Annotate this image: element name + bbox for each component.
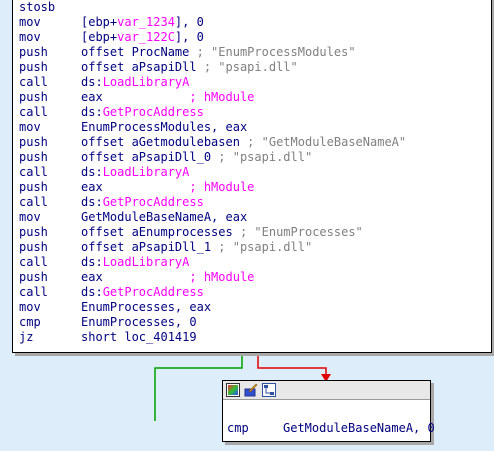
comment: ; "psapi.dll" xyxy=(196,60,298,74)
operand-text: eax xyxy=(81,180,103,194)
mnemonic: stosb xyxy=(19,0,56,14)
operand-tail: ], 0 xyxy=(174,30,204,44)
operand-text: short loc_401419 xyxy=(81,330,197,344)
import-name[interactable]: GetProcAddress xyxy=(103,195,204,209)
mnemonic: call xyxy=(19,195,48,209)
operand-tail: ], 0 xyxy=(174,15,204,29)
mnemonic: push xyxy=(19,150,48,164)
mnemonic: push xyxy=(19,180,48,194)
comment: ; "GetModuleBaseNameA" xyxy=(239,135,407,149)
operand-text: EnumProcessModules, eax xyxy=(81,120,248,134)
comment: ; hModule xyxy=(102,270,255,284)
mnemonic: mov xyxy=(19,210,41,224)
operand: [ebp+var_1234], 0 xyxy=(81,15,204,30)
mnemonic: cmp xyxy=(19,315,41,329)
comment: ; "EnumProcesses" xyxy=(232,225,363,239)
operand-text: EnumProcesses, 0 xyxy=(81,315,197,329)
comment: ; "EnumProcessModules" xyxy=(189,45,356,59)
operand-text: eax xyxy=(81,270,103,284)
mnemonic: cmp xyxy=(227,421,249,435)
mnemonic: call xyxy=(19,285,48,299)
graph-color-icon[interactable] xyxy=(226,383,240,397)
operand: offset aGetmodulebasen ; "GetModuleBaseN… xyxy=(81,135,406,150)
operand: short loc_401419 xyxy=(81,330,197,345)
operand: ds:GetProcAddress xyxy=(81,285,204,300)
mnemonic: push xyxy=(19,60,48,74)
mnemonic: push xyxy=(19,270,48,284)
import-name[interactable]: LoadLibraryA xyxy=(103,165,190,179)
operand-text: ds: xyxy=(81,195,103,209)
operand-text: ds: xyxy=(81,165,103,179)
mnemonic: mov xyxy=(19,15,41,29)
mnemonic: call xyxy=(19,255,48,269)
operand-text: GetModuleBaseNameA, eax xyxy=(81,210,248,224)
import-name[interactable]: LoadLibraryA xyxy=(103,75,190,89)
operand-text: offset aGetmodulebasen xyxy=(81,135,240,149)
operand: EnumProcessModules, eax xyxy=(81,120,247,135)
operand: offset aPsapiDll_1 ; "psapi.dll" xyxy=(81,240,312,255)
stack-variable[interactable]: var_122C xyxy=(117,30,175,44)
operand-text: ds: xyxy=(81,105,103,119)
operand: offset ProcName ; "EnumProcessModules" xyxy=(81,45,356,60)
operand: ds:LoadLibraryA xyxy=(81,255,189,270)
mnemonic: mov xyxy=(19,300,41,314)
operand: ds:LoadLibraryA xyxy=(81,75,189,90)
operand: GetModuleBaseNameA, 0 xyxy=(283,421,435,435)
import-name[interactable]: GetProcAddress xyxy=(103,285,204,299)
operand-text: ds: xyxy=(81,75,103,89)
operand: ds:LoadLibraryA xyxy=(81,165,189,180)
operand-text: eax xyxy=(81,90,103,104)
comment: ; "psapi.dll" xyxy=(211,240,313,254)
mnemonic: mov xyxy=(19,30,41,44)
operand: ds:GetProcAddress xyxy=(81,105,204,120)
operand-text: offset aPsapiDll_0 xyxy=(81,150,212,164)
import-name[interactable]: GetProcAddress xyxy=(103,105,204,119)
comment: ; hModule xyxy=(102,180,255,194)
operand: eax ; hModule xyxy=(81,90,254,105)
mnemonic: call xyxy=(19,75,48,89)
mnemonic: jz xyxy=(19,330,34,344)
operand: offset aPsapiDll_0 ; "psapi.dll" xyxy=(81,150,312,165)
operand: EnumProcesses, eax xyxy=(81,300,211,315)
mnemonic: push xyxy=(19,90,48,104)
operand-text: [ebp+ xyxy=(81,30,118,44)
comment: ; hModule xyxy=(102,90,255,104)
operand-text: EnumProcesses, eax xyxy=(81,300,212,314)
import-name[interactable]: LoadLibraryA xyxy=(103,255,190,269)
block-toolbar xyxy=(223,381,430,400)
stack-variable[interactable]: var_1234 xyxy=(117,15,175,29)
basic-block-main[interactable]: stosb mov [ebp+var_1234], 0 mov [ebp+var_122… xyxy=(12,0,492,353)
operand: EnumProcesses, 0 xyxy=(81,315,197,330)
operand: offset aPsapiDll ; "psapi.dll" xyxy=(81,60,298,75)
operand: eax ; hModule xyxy=(81,180,254,195)
mnemonic: push xyxy=(19,135,48,149)
comment: ; "psapi.dll" xyxy=(211,150,313,164)
operand-text: offset aPsapiDll xyxy=(81,60,197,74)
mnemonic: call xyxy=(19,105,48,119)
mnemonic: mov xyxy=(19,120,41,134)
graph-view-icon[interactable] xyxy=(262,383,276,397)
operand: eax ; hModule xyxy=(81,270,254,285)
operand-text: offset ProcName xyxy=(81,45,190,59)
operand: ds:GetProcAddress xyxy=(81,195,204,210)
operand: offset aEnumprocesses ; "EnumProcesses" xyxy=(81,225,363,240)
operand-text: ds: xyxy=(81,285,103,299)
operand-text: offset aPsapiDll_1 xyxy=(81,240,212,254)
operand-text: ds: xyxy=(81,255,103,269)
edit-icon[interactable] xyxy=(244,383,258,397)
operand-text: [ebp+ xyxy=(81,15,118,29)
operand-text: offset aEnumprocesses xyxy=(81,225,233,239)
instruction-line[interactable]: cmp GetModuleBaseNameA, 0 xyxy=(227,406,435,435)
mnemonic: push xyxy=(19,45,48,59)
true-branch-edge xyxy=(257,352,327,376)
basic-block-next[interactable]: cmp GetModuleBaseNameA, 0 xyxy=(222,380,435,442)
operand: [ebp+var_122C], 0 xyxy=(81,30,204,45)
mnemonic: call xyxy=(19,165,48,179)
operand: GetModuleBaseNameA, eax xyxy=(81,210,247,225)
mnemonic: push xyxy=(19,240,48,254)
mnemonic: push xyxy=(19,225,48,239)
